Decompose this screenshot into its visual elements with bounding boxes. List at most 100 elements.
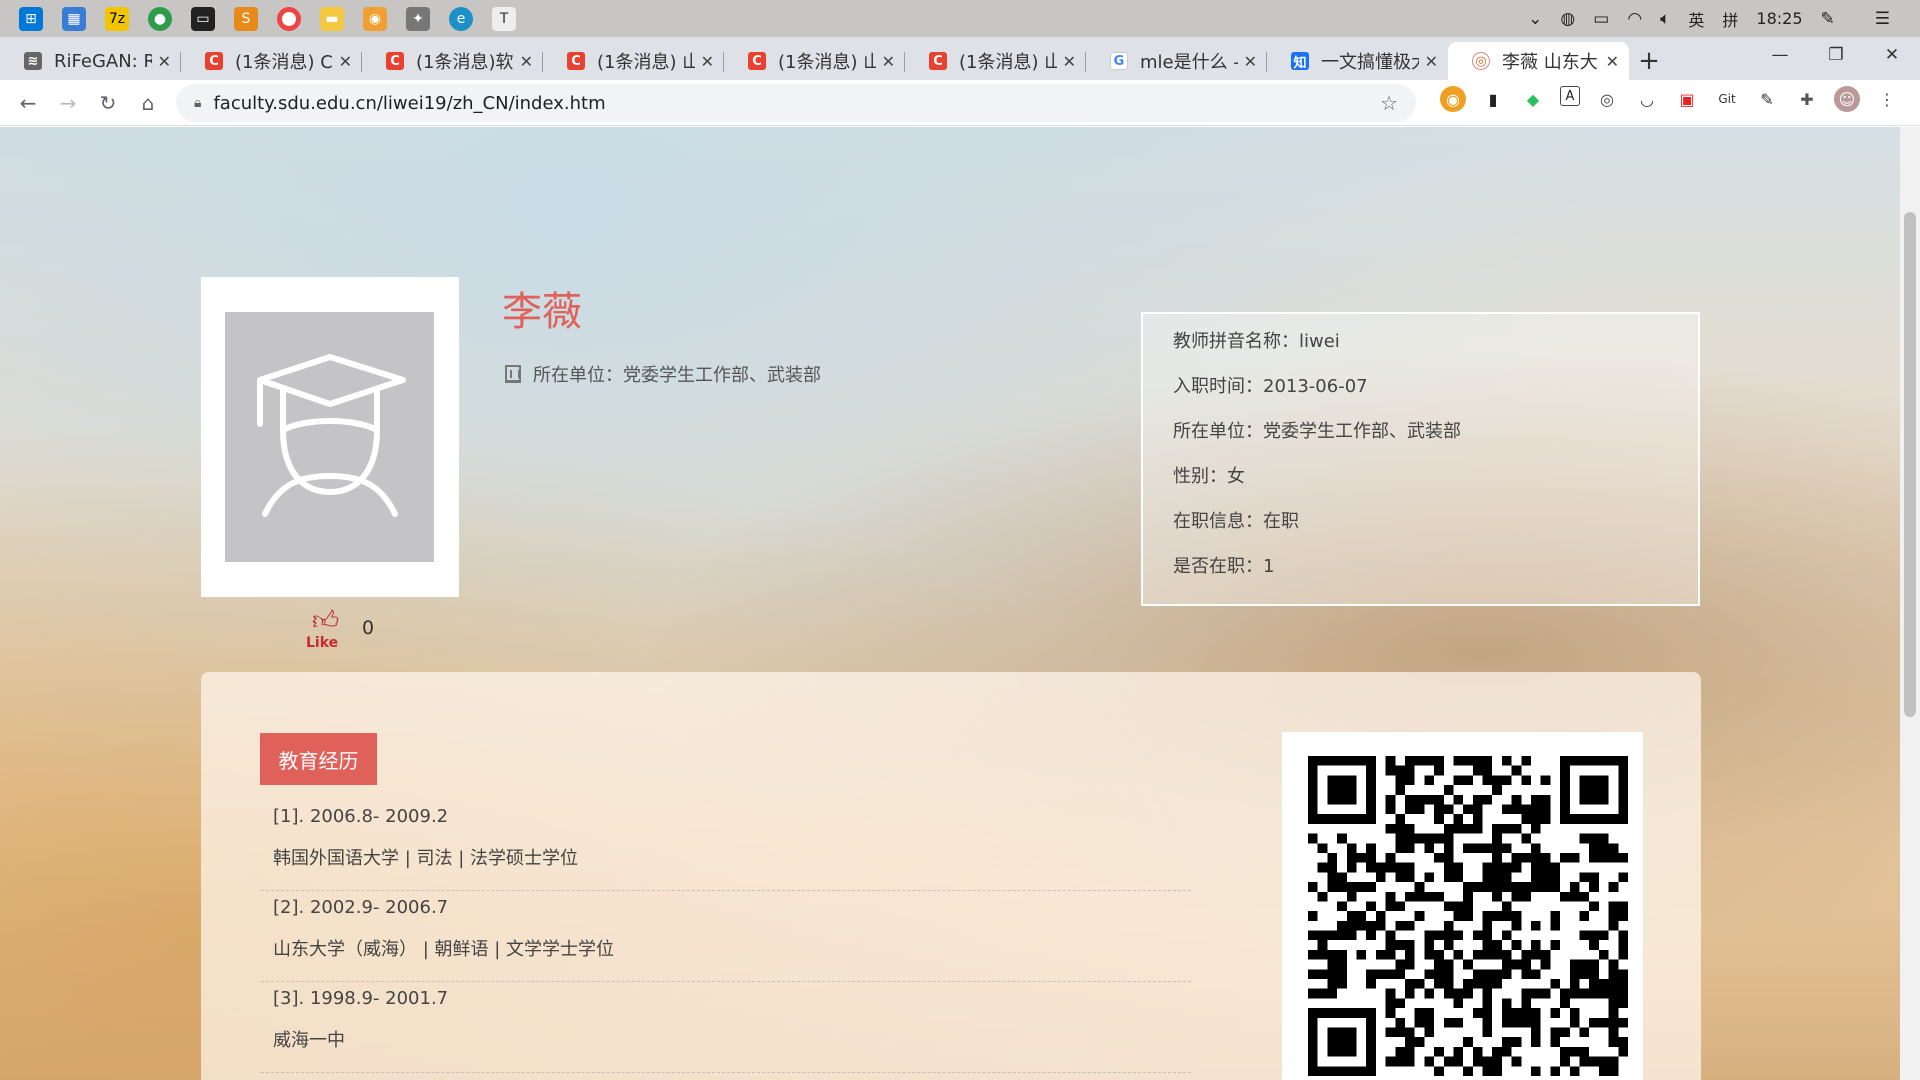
volume-icon[interactable]: 🔈︎ <box>1660 9 1670 29</box>
lock-icon[interactable]: 🔒︎ <box>194 95 201 111</box>
tab[interactable]: C (1条消息)软 ✕ <box>362 42 543 80</box>
edu-detail: 威海一中 <box>261 1027 1191 1073</box>
battery-icon[interactable]: ▭ <box>1593 9 1609 29</box>
start-icon[interactable]: ⊞ <box>19 6 43 31</box>
tab[interactable]: C (1条消息) 山 ✕ <box>724 42 905 80</box>
windows-taskbar: ⊞ ▦ 7z ● ▭ S ▬ ◉ ✦ e T ⌄ ◍ ▭ ◠ 🔈︎ 英 拼 18… <box>0 0 1920 37</box>
tray-app-icon[interactable]: ✎ <box>1821 9 1835 29</box>
ime-indicator[interactable]: 英 <box>1688 7 1704 31</box>
like-count: 0 <box>362 617 375 639</box>
like-label: Like <box>306 635 339 651</box>
like-widget: 👍︎ Like 0 <box>306 605 374 651</box>
browser-toolbar: ← → ↻ ⌂ 🔒︎ faculty.sdu.edu.cn/liwei19/zh… <box>0 80 1920 126</box>
wifi-icon[interactable]: ◠ <box>1627 9 1642 29</box>
notification-icon[interactable]: ☰ <box>1875 9 1890 29</box>
clock[interactable]: 18:25 <box>1756 9 1802 28</box>
evernote-icon[interactable]: ◆ <box>1520 86 1546 112</box>
terminal-icon[interactable]: ▭ <box>191 6 215 31</box>
extension-icon[interactable]: ◡ <box>1634 86 1660 112</box>
app-icon[interactable]: ◉ <box>363 6 387 31</box>
url-text: faculty.sdu.edu.cn/liwei19/zh_CN/index.h… <box>213 92 606 114</box>
like-button[interactable]: 👍︎ Like <box>306 605 344 651</box>
edu-date: [1]. 2006.8- 2009.2 <box>273 806 449 827</box>
tab[interactable]: C (1条消息) 山 ✕ <box>543 42 724 80</box>
close-icon[interactable]: ✕ <box>1063 52 1076 71</box>
edge-icon[interactable]: e <box>449 6 473 31</box>
tab-title: 一文搞懂极大 <box>1321 52 1419 73</box>
info-pinyin: 教师拼音名称：liwei <box>1173 331 1340 352</box>
avatar[interactable]: ☺ <box>1834 86 1860 112</box>
pdf-icon[interactable]: ▣ <box>1674 86 1700 112</box>
building-icon <box>505 365 521 383</box>
sublime-icon[interactable]: S <box>234 6 258 31</box>
app-icon[interactable]: ● <box>148 6 172 31</box>
paper-icon: ≋ <box>24 52 42 70</box>
close-icon[interactable]: ✕ <box>520 52 533 71</box>
close-icon[interactable]: ✕ <box>339 52 352 71</box>
education-heading[interactable]: 教育经历 <box>260 733 377 785</box>
tray-app-icon[interactable]: ◍ <box>1560 9 1575 29</box>
graduate-avatar-icon <box>257 354 406 517</box>
menu-kebab-icon[interactable]: ⋮ <box>1874 86 1900 112</box>
edu-detail: 韩国外国语大学 | 司法 | 法学硕士学位 <box>261 845 1191 891</box>
avatar-placeholder <box>225 312 434 562</box>
edu-detail: 山东大学（威海） | 朝鲜语 | 文学学士学位 <box>261 936 1191 982</box>
close-icon[interactable]: ✕ <box>158 52 171 71</box>
unit-text: 所在单位：党委学生工作部、武装部 <box>533 365 821 386</box>
address-bar[interactable]: 🔒︎ faculty.sdu.edu.cn/liwei19/zh_CN/inde… <box>176 84 1416 122</box>
scrollbar[interactable] <box>1900 127 1920 1080</box>
sdu-seal-icon: ◎ <box>1472 52 1490 70</box>
tab-title: (1条消息) CS <box>235 52 333 73</box>
list-item: [3]. 1998.9- 2001.7 威海一中 <box>261 982 1191 1073</box>
tab[interactable]: C (1条消息) 山 ✕ <box>905 42 1086 80</box>
close-icon[interactable]: ✕ <box>882 52 895 71</box>
tab[interactable]: G mle是什么 - ✕ <box>1086 42 1267 80</box>
app-icon[interactable]: ✦ <box>406 6 430 31</box>
app-icon[interactable]: T <box>492 6 516 31</box>
bookmark-star-icon[interactable]: ☆ <box>1380 91 1398 115</box>
extension-icon[interactable]: ◉ <box>1440 86 1466 112</box>
reload-icon[interactable]: ↻ <box>88 83 128 123</box>
extension-icon[interactable]: ◎ <box>1594 86 1620 112</box>
tab[interactable]: ≋ RiFeGAN: Ri ✕ <box>0 42 181 80</box>
tab-active[interactable]: ◎ 李薇 山东大 ✕ <box>1448 42 1629 80</box>
close-icon[interactable]: ✕ <box>1425 52 1438 71</box>
scrollbar-thumb[interactable] <box>1904 212 1916 717</box>
folder-icon[interactable]: ▬ <box>320 6 344 31</box>
close-icon[interactable]: ✕ <box>1244 52 1257 71</box>
extension-icon[interactable]: Git <box>1714 86 1740 112</box>
info-box: 教师拼音名称：liwei 入职时间：2013-06-07 所在单位：党委学生工作… <box>1141 312 1700 606</box>
education-list: [1]. 2006.8- 2009.2 韩国外国语大学 | 司法 | 法学硕士学… <box>261 800 1191 1073</box>
tab[interactable]: 知 一文搞懂极大 ✕ <box>1267 42 1448 80</box>
forward-icon[interactable]: → <box>48 83 88 123</box>
chrome-icon[interactable] <box>277 6 301 31</box>
close-icon[interactable]: ✕ <box>1606 52 1619 71</box>
thumbs-up-icon: 👍︎ <box>312 606 340 636</box>
close-window-icon[interactable]: ✕ <box>1864 37 1920 73</box>
app-icon[interactable]: ▦ <box>62 6 86 31</box>
app-icon[interactable]: 7z <box>105 6 129 31</box>
translate-icon[interactable]: A <box>1560 86 1580 106</box>
teacher-name: 李薇 <box>502 289 582 335</box>
info-unit: 所在单位：党委学生工作部、武装部 <box>1173 421 1461 442</box>
new-tab-button[interactable]: + <box>1629 42 1669 80</box>
csdn-icon: C <box>386 52 404 70</box>
home-icon[interactable]: ⌂ <box>128 83 168 123</box>
tab[interactable]: C (1条消息) CS ✕ <box>181 42 362 80</box>
ime-mode-indicator[interactable]: 拼 <box>1722 7 1738 31</box>
close-icon[interactable]: ✕ <box>701 52 714 71</box>
minimize-icon[interactable]: — <box>1752 37 1808 73</box>
edu-date: [2]. 2002.9- 2006.7 <box>273 897 449 918</box>
tab-title: (1条消息) 山 <box>959 52 1057 73</box>
restore-icon[interactable]: ❐ <box>1808 37 1864 73</box>
profile-photo-frame <box>201 277 459 597</box>
csdn-icon: C <box>748 52 766 70</box>
chevron-up-icon[interactable]: ⌄ <box>1528 9 1542 29</box>
list-item: [1]. 2006.8- 2009.2 韩国外国语大学 | 司法 | 法学硕士学… <box>261 800 1191 891</box>
back-icon[interactable]: ← <box>8 83 48 123</box>
bookmark-icon[interactable]: ▮ <box>1480 86 1506 112</box>
info-employed: 是否在职：1 <box>1173 556 1275 577</box>
extension-icon[interactable]: ✎ <box>1754 86 1780 112</box>
puzzle-icon[interactable]: ✚ <box>1794 86 1820 112</box>
tab-title: (1条消息) 山 <box>778 52 876 73</box>
